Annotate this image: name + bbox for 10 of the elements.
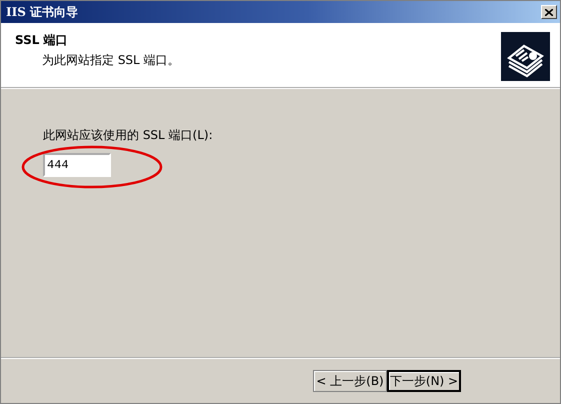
close-icon [545, 8, 553, 16]
port-input[interactable]: 444 [43, 153, 111, 177]
back-button[interactable]: < 上一步(B) [313, 370, 387, 392]
next-button[interactable]: 下一步(N) > [387, 370, 461, 392]
header-subtitle: 为此网站指定 SSL 端口。 [41, 52, 180, 69]
header-title: SSL 端口 [15, 32, 69, 49]
certificate-stack-icon [501, 32, 550, 81]
close-button[interactable] [541, 5, 557, 19]
window-title: IIS 证书向导 [6, 4, 78, 20]
port-label: 此网站应该使用的 SSL 端口(L): [43, 127, 214, 144]
